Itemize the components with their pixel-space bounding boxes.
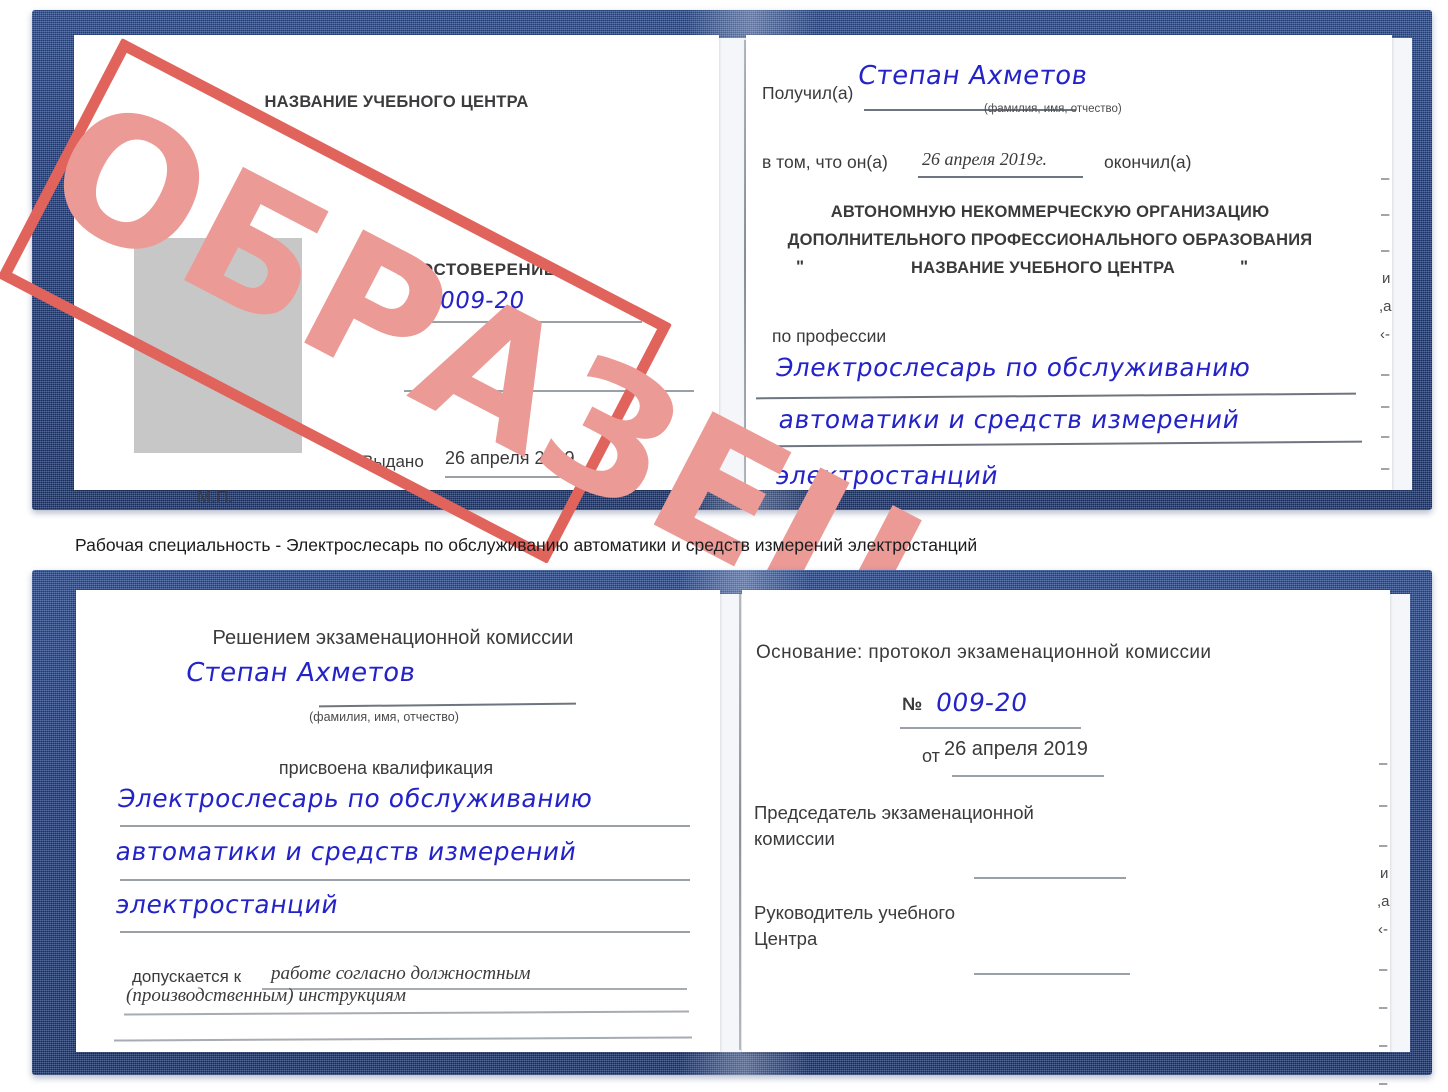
allowed-value-1: работе согласно должностным <box>271 963 531 984</box>
head-signature-rule <box>974 973 1130 975</box>
training-center-name-top: НАЗВАНИЕ УЧЕБНОГО ЦЕНТРА <box>264 93 529 111</box>
chairman-signature-rule <box>974 877 1126 879</box>
org-quote-close: " <box>1240 257 1249 276</box>
edge-fragment: – <box>1379 1037 1388 1054</box>
profession-line-3: электростанций <box>773 461 1001 490</box>
blank-rule-top <box>404 390 694 392</box>
edge-fragment: ‹- <box>1380 326 1390 343</box>
protocol-number-rule <box>900 727 1081 729</box>
qualification-line-1: Электрослесарь по обслуживанию <box>115 784 595 813</box>
commission-name-rule <box>318 702 577 707</box>
allowed-label: допускается к <box>132 967 242 986</box>
edge-fragment: ‹- <box>1378 921 1388 938</box>
head-line-1: Руководитель учебного <box>754 902 956 923</box>
head-line-2: Центра <box>754 928 818 949</box>
page-bottom-left: Решением экзаменационной комиссии Степан… <box>76 590 720 1052</box>
edge-fragment: – <box>1381 170 1390 187</box>
edge-fragment: ,а <box>1377 893 1390 910</box>
qualification-rule-3 <box>120 931 690 933</box>
allowed-rule-2 <box>123 1010 690 1015</box>
chairman-line-1: Председатель экзаменационной <box>754 802 1034 823</box>
edge-fragment: – <box>1379 797 1388 814</box>
allowed-rule-3 <box>114 1036 692 1042</box>
page-bottom-right: Основание: протокол экзаменационной коми… <box>742 590 1390 1052</box>
edge-fragment: ,а <box>1379 298 1392 315</box>
commission-name-value: Степан Ахметов <box>183 658 419 688</box>
edge-fragment: – <box>1381 460 1390 477</box>
edge-fragment: и <box>1380 865 1389 882</box>
page-top-left: НАЗВАНИЕ УЧЕБНОГО ЦЕНТРА УДОСТОВЕРЕНИЕ №… <box>74 35 719 506</box>
protocol-number-label: № <box>902 694 923 714</box>
protocol-date-value: 26 апреля 2019 <box>944 738 1088 760</box>
edge-fragment: – <box>1381 366 1390 383</box>
fio-hint-bottom: (фамилия, имя, отчество) <box>309 710 459 724</box>
number-label-top: № <box>418 293 437 312</box>
that-he-rule <box>918 176 1083 178</box>
received-label: Получил(а) <box>762 83 854 103</box>
number-rule-top <box>418 321 642 323</box>
certificate-top: НАЗВАНИЕ УЧЕБНОГО ЦЕНТРА УДОСТОВЕРЕНИЕ №… <box>0 10 1432 686</box>
fio-hint-top: (фамилия, имя, отчество) <box>984 103 1122 115</box>
profession-rule-1 <box>756 392 1356 399</box>
edge-fragment: – <box>1379 837 1388 854</box>
profession-rule-2 <box>754 440 1362 447</box>
received-value: Степан Ахметов <box>855 61 1091 91</box>
number-value-top: 009-20 <box>437 288 527 314</box>
caption-text: Рабочая специальность - Электрослесарь п… <box>75 535 978 555</box>
profession-label: по профессии <box>772 326 887 346</box>
edge-fragment: – <box>1379 999 1388 1016</box>
edge-fragment: – <box>1379 755 1388 772</box>
edge-fragment: – <box>1381 242 1390 259</box>
org-line-3: НАЗВАНИЕ УЧЕБНОГО ЦЕНТРА <box>911 259 1175 277</box>
protocol-number-value: 009-20 <box>933 688 1030 717</box>
edge-fragment: – <box>1381 398 1390 415</box>
issued-label-top: Выдано <box>362 452 424 471</box>
allowed-value-2: (производственным) инструкциям <box>126 985 406 1006</box>
profession-line-2: автоматики и средств измерений <box>776 405 1242 434</box>
protocol-date-label: от <box>922 746 940 766</box>
org-line-1: АВТОНОМНУЮ НЕКОММЕРЧЕСКУЮ ОРГАНИЗАЦИЮ <box>830 203 1270 221</box>
edge-fragment: – <box>1379 1075 1388 1092</box>
graduated-label: окончил(а) <box>1104 152 1192 172</box>
issued-value-top: 26 апреля 2019 <box>445 448 575 468</box>
edge-fragment: и <box>1382 270 1391 287</box>
qualification-rule-2 <box>120 879 690 881</box>
qualification-label: присвоена квалификация <box>278 758 494 778</box>
that-he-label: в том, что он(а) <box>762 152 888 172</box>
chairman-line-2: комиссии <box>754 828 835 849</box>
edge-fragment: – <box>1379 961 1388 978</box>
commission-heading: Решением экзаменационной комиссии <box>212 627 574 649</box>
qualification-line-3: электростанций <box>113 890 341 919</box>
basis-label: Основание: протокол экзаменационной коми… <box>756 642 1212 663</box>
edge-fragment: – <box>1381 206 1390 223</box>
document-title-top: УДОСТОВЕРЕНИЕ <box>397 260 556 279</box>
photo-placeholder <box>134 238 302 453</box>
page-top-right: Получил(а) Степан Ахметов (фамилия, имя,… <box>746 35 1392 490</box>
org-line-2: ДОПОЛНИТЕЛЬНОГО ПРОФЕССИОНАЛЬНОГО ОБРАЗО… <box>787 231 1313 249</box>
that-he-value: 26 апреля 2019г. <box>922 149 1048 169</box>
profession-line-1: Электрослесарь по обслуживанию <box>773 353 1253 382</box>
page-gutter-bottom <box>739 594 741 1050</box>
seal-label-top: М.П. <box>197 487 233 506</box>
certificate-bottom: Решением экзаменационной комиссии Степан… <box>32 570 1432 1092</box>
edge-fragment: – <box>1381 428 1390 445</box>
issued-rule-top <box>445 476 630 478</box>
protocol-date-rule <box>952 775 1104 777</box>
qualification-rule-1 <box>120 825 690 827</box>
qualification-line-2: автоматики и средств измерений <box>113 837 579 866</box>
